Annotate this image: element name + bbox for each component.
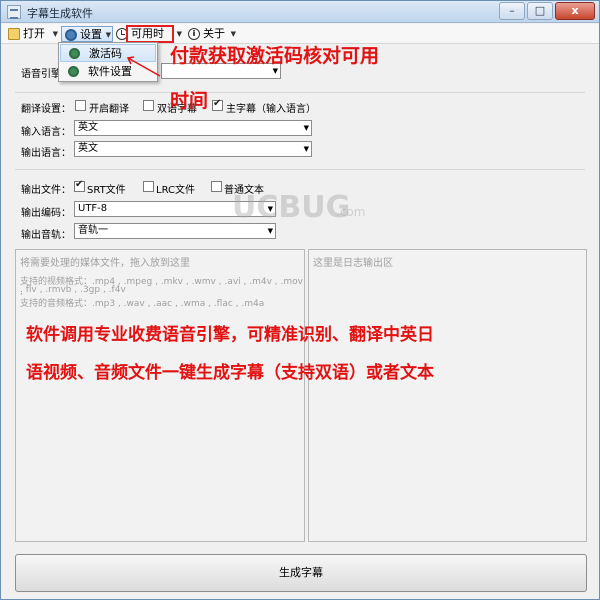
annotation-description-line1: 软件调用专业收费语音引擎，可精准识别、翻译中英日 [26, 325, 434, 345]
annotation-arrow [126, 56, 161, 77]
annotation-activation: 付款获取激活码核对可用 [170, 45, 380, 67]
annotation-time: 时间 [170, 90, 209, 112]
annotation-description-line2: 语视频、音频文件一键生成字幕（支持双语）或者文本 [26, 363, 434, 383]
